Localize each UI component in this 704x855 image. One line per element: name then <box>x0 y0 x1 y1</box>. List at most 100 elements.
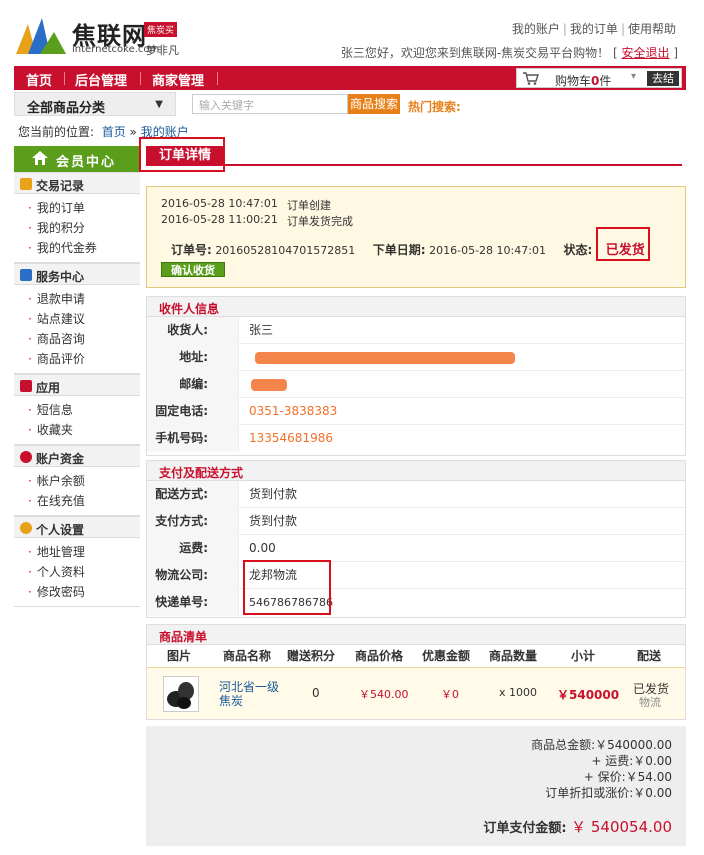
top-links: 我的账户 | 我的订单 | 使用帮助 <box>512 20 676 37</box>
product-price: ￥540.00 <box>359 688 409 701</box>
nav-divider <box>217 72 218 85</box>
company-row: 物流公司: 龙邦物流 <box>147 562 685 589</box>
product-name-link[interactable]: 河北省一级焦炭 <box>219 680 281 708</box>
redacted-address <box>255 352 515 364</box>
cart-box[interactable]: 购物车0件 ▾ 去结 <box>516 68 682 88</box>
highlight-box <box>243 560 331 615</box>
pay-method: 货到付款 <box>249 514 298 528</box>
sidebar-item-address[interactable]: 地址管理 <box>28 542 140 562</box>
chevron-down-icon: ▾ <box>631 71 637 82</box>
sidebar-group-funds: 账户资金 帐户余额 在线充值 <box>14 445 140 516</box>
sidebar-item-orders[interactable]: 我的订单 <box>28 198 140 218</box>
delivery-title: 支付及配送方式 <box>147 461 685 481</box>
col-header: 商品名称 <box>223 649 272 663</box>
goods-panel: 商品清单 图片 商品名称 赠送积分 商品价格 优惠金额 商品数量 小计 配送 河… <box>146 624 686 720</box>
logo-mark-icon <box>16 18 66 54</box>
pay-amount: ￥ 540054.00 <box>571 818 672 836</box>
product-thumbnail[interactable] <box>163 676 199 712</box>
ship-method: 货到付款 <box>249 487 298 501</box>
cart-icon <box>523 72 539 85</box>
freight-total: + 运费:￥0.00 <box>591 754 672 768</box>
receiver-mobile-row: 手机号码: 13354681986 <box>147 425 685 452</box>
order-log-entry: 2016-05-28 11:00:21 订单发货完成 <box>161 213 353 228</box>
main-nav: 首页 后台管理 商家管理 购物车0件 ▾ 去结 <box>14 66 686 90</box>
category-label: 全部商品分类 <box>27 101 106 116</box>
chevron-down-icon: ▼ <box>155 99 163 110</box>
funds-icon <box>20 451 32 463</box>
receiver-name: 张三 <box>249 323 274 337</box>
sidebar-group-trade: 交易记录 我的订单 我的积分 我的代金券 <box>14 172 140 263</box>
col-header: 商品价格 <box>355 649 404 663</box>
table-row: 河北省一级焦炭 0 ￥540.00 ￥0 x 1000 ￥540000 已发货 … <box>147 667 685 719</box>
redacted-zip <box>251 379 287 391</box>
sidebar-item-vouchers[interactable]: 我的代金券 <box>28 238 140 258</box>
adjust-total: 订单折扣或涨价:￥0.00 <box>545 786 672 800</box>
sidebar-item-favorites[interactable]: 收藏夹 <box>28 420 140 440</box>
cart-label: 购物车0件 <box>555 74 612 88</box>
sidebar-item-balance[interactable]: 帐户余额 <box>28 471 140 491</box>
product-subtotal: ￥540000 <box>557 688 620 702</box>
my-account-link[interactable]: 我的账户 <box>512 22 560 36</box>
sidebar-item-password[interactable]: 修改密码 <box>28 582 140 602</box>
nav-admin[interactable]: 后台管理 <box>75 70 127 89</box>
highlight-box <box>139 137 225 172</box>
sidebar-group-apps: 应用 短信息 收藏夹 <box>14 374 140 445</box>
service-icon <box>20 269 32 281</box>
receiver-mobile: 13354681986 <box>249 431 333 445</box>
logout-link[interactable]: 安全退出 <box>621 46 669 60</box>
shipping-fee: 0.00 <box>249 541 276 555</box>
delivery-panel: 支付及配送方式 配送方式: 货到付款 支付方式: 货到付款 运费: 0.00 物流公司… <box>146 460 686 618</box>
category-select[interactable]: 全部商品分类 ▼ <box>14 92 176 116</box>
pay-row: 支付方式: 货到付款 <box>147 508 685 535</box>
nav-home[interactable]: 首页 <box>26 70 52 89</box>
sidebar-item-points[interactable]: 我的积分 <box>28 218 140 238</box>
order-totals: 商品总金额:￥540000.00 + 运费:￥0.00 + 保价:￥54.00 … <box>146 726 686 846</box>
tracking-row: 快递单号: 546786786786 <box>147 589 685 616</box>
sidebar-item-profile[interactable]: 个人资料 <box>28 562 140 582</box>
site-slogan: 梦非凡 <box>146 44 179 57</box>
search-input[interactable]: 输入关键字 <box>192 94 348 114</box>
fee-row: 运费: 0.00 <box>147 535 685 562</box>
nav-divider <box>140 72 141 85</box>
tab-bar: 订单详情 <box>146 146 682 166</box>
trade-icon <box>20 178 32 190</box>
order-number: 20160528104701572851 <box>215 244 356 257</box>
logistics-link[interactable]: 物流 <box>639 694 661 710</box>
col-header: 赠送积分 <box>287 649 336 663</box>
home-icon <box>32 151 48 165</box>
sidebar-item-refund[interactable]: 退款申请 <box>28 289 140 309</box>
product-quantity: x 1000 <box>499 686 538 699</box>
highlight-box <box>596 227 650 261</box>
product-points: 0 <box>312 686 320 700</box>
sidebar-item-messages[interactable]: 短信息 <box>28 400 140 420</box>
logo-badge: 焦炭买 <box>144 22 178 37</box>
product-discount: ￥0 <box>441 688 459 701</box>
sidebar-item-review[interactable]: 商品评价 <box>28 349 140 369</box>
sidebar-item-consult[interactable]: 商品咨询 <box>28 329 140 349</box>
pay-total: 订单支付金额: ￥ 540054.00 <box>483 818 672 836</box>
search-button[interactable]: 商品搜索 <box>348 94 400 114</box>
confirm-receipt-button[interactable]: 确认收货 <box>161 262 225 277</box>
sidebar-item-suggest[interactable]: 站点建议 <box>28 309 140 329</box>
receiver-title: 收件人信息 <box>147 297 685 317</box>
hot-search: 热门搜索: <box>408 100 461 114</box>
my-orders-link[interactable]: 我的订单 <box>570 22 618 36</box>
receiver-panel: 收件人信息 收货人: 张三 地址: 邮编: 固定电话: 0351-3838383 手… <box>146 296 686 456</box>
sidebar-header: 会员中心 <box>14 146 140 172</box>
insurance-total: + 保价:￥54.00 <box>583 770 672 784</box>
order-log-entry: 2016-05-28 10:47:01 订单创建 <box>161 197 331 212</box>
col-header: 图片 <box>167 649 192 663</box>
receiver-phone: 0351-3838383 <box>249 404 338 418</box>
receiver-phone-row: 固定电话: 0351-3838383 <box>147 398 685 425</box>
user-icon <box>20 522 32 534</box>
nav-merchant[interactable]: 商家管理 <box>152 70 204 89</box>
site-logo[interactable]: 焦联网 internetcoke.com 焦炭买 梦非凡 <box>14 14 194 58</box>
help-link[interactable]: 使用帮助 <box>628 22 676 36</box>
col-header: 商品数量 <box>489 649 538 663</box>
sidebar-item-recharge[interactable]: 在线充值 <box>28 491 140 511</box>
goods-title: 商品清单 <box>147 625 685 645</box>
breadcrumb-home[interactable]: 首页 <box>102 125 126 139</box>
welcome-text: 张三您好，欢迎您来到焦联网-焦炭交易平台购物！ <box>340 46 610 60</box>
checkout-button[interactable]: 去结 <box>647 71 679 86</box>
nav-divider <box>64 72 65 85</box>
